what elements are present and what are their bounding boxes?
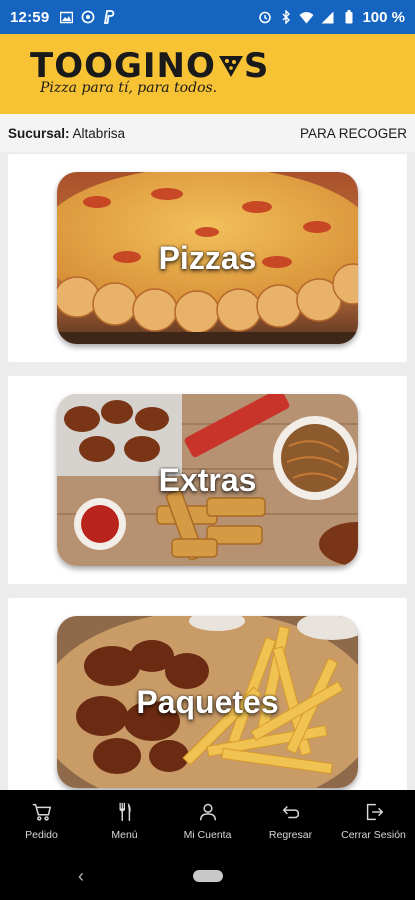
status-time: 12:59 [10, 8, 50, 26]
nav-label-mi-cuenta: Mi Cuenta [183, 829, 232, 841]
bluetooth-icon [278, 10, 293, 25]
nav-item-pedido[interactable]: Pedido [0, 790, 83, 852]
branch-value: Altabrisa [72, 125, 126, 141]
logout-icon [366, 803, 383, 821]
pizza-slice-icon [218, 56, 243, 77]
category-image-extras[interactable]: Extras [57, 394, 358, 566]
nav-label-menu: Menú [111, 829, 138, 841]
branch-label: Sucursal: [8, 125, 70, 141]
paypal-icon [101, 10, 116, 25]
nav-label-regresar: Regresar [268, 829, 313, 841]
wifi-icon [299, 10, 314, 25]
app-header: TOOGINO S Pizza para tí, para todos. [0, 34, 415, 114]
category-card-pizzas[interactable]: Pizzas [8, 154, 407, 362]
branch-bar: Sucursal: Altabrisa PARA RECOGER [0, 114, 415, 152]
nav-label-pedido: Pedido [25, 829, 58, 841]
system-status: 100 % [257, 9, 405, 26]
whatsapp-icon [80, 10, 95, 25]
battery-level: 100 % [362, 8, 405, 26]
notification-icons [59, 10, 116, 25]
user-icon [199, 803, 216, 821]
category-card-extras[interactable]: Extras [8, 376, 407, 584]
battery-icon [341, 10, 356, 25]
cart-icon [32, 803, 51, 821]
utensils-icon [119, 802, 131, 822]
bottom-nav: Pedido Menú Mi Cuenta Regresar Cerrar Se… [0, 790, 415, 852]
nav-item-menu[interactable]: Menú [83, 790, 166, 852]
alarm-icon [257, 10, 272, 25]
nav-item-mi-cuenta[interactable]: Mi Cuenta [166, 790, 249, 852]
category-label-paquetes: Paquetes [136, 683, 279, 720]
category-label-pizzas: Pizzas [158, 239, 257, 276]
system-home-pill[interactable] [193, 870, 223, 882]
nav-label-cerrar-sesion: Cerrar Sesión [341, 829, 406, 841]
category-image-pizzas[interactable]: Pizzas [57, 172, 358, 344]
brand-tagline: Pizza para tí, para todos. [40, 80, 218, 96]
signal-icon [320, 10, 335, 25]
system-nav: ‹ [0, 852, 415, 900]
category-card-paquetes[interactable]: Paquetes [8, 598, 407, 806]
branch-info[interactable]: Sucursal: Altabrisa [8, 126, 125, 141]
brand-name-tail: S [243, 46, 270, 86]
nav-item-regresar[interactable]: Regresar [249, 790, 332, 852]
image-icon [59, 10, 74, 25]
status-bar: 12:59 100 % [0, 0, 415, 34]
system-back-icon[interactable]: ‹ [78, 866, 84, 887]
category-image-paquetes[interactable]: Paquetes [57, 616, 358, 788]
category-label-extras: Extras [158, 461, 257, 498]
return-icon [282, 805, 299, 819]
order-mode[interactable]: PARA RECOGER [300, 126, 407, 141]
nav-item-cerrar-sesion[interactable]: Cerrar Sesión [332, 790, 415, 852]
